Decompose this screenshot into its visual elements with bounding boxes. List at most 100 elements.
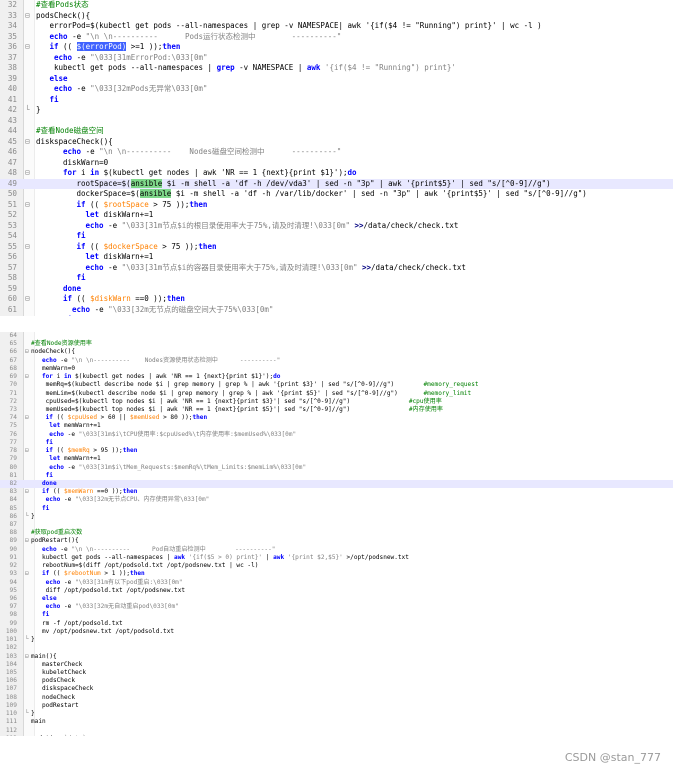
code-line[interactable]: 109 podRestart xyxy=(0,702,673,710)
code-line[interactable]: 32 #查看Pods状态 xyxy=(0,0,673,11)
code-line[interactable]: 74 ⊟ if (( $cpuUsed > 60 || $memUsed > 80 … xyxy=(0,414,673,422)
code-line[interactable]: 95 diff /opt/podsold.txt /opt/podsnew.txt xyxy=(0,587,673,595)
code-line[interactable]: 77 fi xyxy=(0,439,673,447)
fold-toggle-icon[interactable]: ⊟ xyxy=(25,537,29,545)
fold-toggle-icon[interactable]: ⊟ xyxy=(25,373,29,381)
code-line[interactable]: 45 ⊟ diskspaceCheck(){ xyxy=(0,137,673,148)
code-line[interactable]: 78 ⊟ if (( $memRq > 95 ));then xyxy=(0,447,673,455)
code-line[interactable]: 56 let diskWarn+=1 xyxy=(0,252,673,263)
fold-toggle-icon[interactable]: ⊟ xyxy=(25,242,30,253)
code-line[interactable]: 68 memWarn=0 xyxy=(0,365,673,373)
code-line[interactable]: 107 diskspaceCheck xyxy=(0,685,673,693)
code-line[interactable]: 85 fi xyxy=(0,505,673,513)
code-line[interactable]: 96 else xyxy=(0,595,673,603)
code-line[interactable]: 57 echo -e "\033[31m节点$i的容器目录使用率大于75%,请及时… xyxy=(0,263,673,274)
code-panel-bottom[interactable]: 64 65 #查看Node资源使用率 66 ⊟ nodeCheck(){67 echo -e… xyxy=(0,332,673,736)
code-line[interactable]: 101 └} xyxy=(0,636,673,644)
code-line[interactable]: 35 echo -e "\n \n---------- Pods运行状态检测中 -… xyxy=(0,32,673,43)
code-line[interactable]: 69 ⊟ for i in $(kubectl get nodes | awk 'N… xyxy=(0,373,673,381)
code-line[interactable]: 66 ⊟ nodeCheck(){ xyxy=(0,348,673,356)
code-line[interactable]: 81 fi xyxy=(0,472,673,480)
code-line[interactable]: 54 fi xyxy=(0,231,673,242)
code-line[interactable]: 49 rootSpace=$(ansible $i -m shell -a 'df… xyxy=(0,178,673,190)
code-line[interactable]: 60 ⊟ if (( $diskWarn ==0 ));then xyxy=(0,294,673,305)
code-lines: 32 #查看Pods状态 33 ⊟ podsCheck(){34 errorPod=$(k… xyxy=(0,0,673,316)
code-line[interactable]: 76 echo -e "\033[31m$i\tCPU使用率:$cpuUsed%\… xyxy=(0,431,673,439)
code-line[interactable]: 80 echo -e "\033[31m$i\tMem_Requests:$mem… xyxy=(0,464,673,472)
fold-toggle-icon[interactable]: ⊟ xyxy=(25,447,29,455)
code-line[interactable]: 38 kubectl get pods --all-namespaces | gr… xyxy=(0,63,673,74)
code-line[interactable]: 61 echo -e "\033[32m无节点的磁盘空间大于75%\033[0m" xyxy=(0,305,673,316)
fold-toggle-icon[interactable]: ⊟ xyxy=(25,11,30,22)
code-line[interactable]: 100 mv /opt/podsnew.txt /opt/podsold.txt xyxy=(0,628,673,636)
code-text: fi xyxy=(63,315,72,316)
code-line[interactable]: 42 └} xyxy=(0,105,673,116)
code-line[interactable]: 58 fi xyxy=(0,273,673,284)
code-line[interactable]: 48 ⊟ for i in $(kubectl get nodes | awk 'N… xyxy=(0,168,673,179)
code-line[interactable]: 33 ⊟ podsCheck(){ xyxy=(0,11,673,22)
code-panel-top[interactable]: 32 #查看Pods状态 33 ⊟ podsCheck(){34 errorPod=$(k… xyxy=(0,0,673,316)
code-line[interactable]: 34 errorPod=$(kubectl get pods --all-name… xyxy=(0,21,673,32)
code-line[interactable]: 91 kubectl get pods --all-namespaces | aw… xyxy=(0,554,673,562)
code-line[interactable]: 43 xyxy=(0,116,673,127)
code-line[interactable]: 70 memRq=$(kubectl describe node $i | gre… xyxy=(0,381,673,389)
code-line[interactable]: 108 nodeCheck xyxy=(0,694,673,702)
code-line[interactable]: 99 rm -f /opt/podsold.txt xyxy=(0,620,673,628)
code-line[interactable]: 98 fi xyxy=(0,611,673,619)
fold-toggle-icon[interactable]: ⊟ xyxy=(25,488,29,496)
fold-toggle-icon[interactable]: ⊟ xyxy=(25,200,30,211)
code-token: /data/check/check.txt xyxy=(363,220,459,230)
code-line[interactable]: 111 main xyxy=(0,718,673,726)
fold-toggle-icon[interactable]: ⊟ xyxy=(25,348,29,356)
code-line[interactable]: 51 ⊟ if (( $rootSpace > 75 ));then xyxy=(0,200,673,211)
code-line[interactable]: 90 echo -e "\n \n---------- Pod自动重启检测中 --… xyxy=(0,546,673,554)
fold-toggle-icon[interactable]: ⊟ xyxy=(25,570,29,578)
code-line[interactable]: 86 └} xyxy=(0,513,673,521)
code-line[interactable]: 65 #查看Node资源使用率 xyxy=(0,340,673,348)
code-line[interactable]: 104 masterCheck xyxy=(0,661,673,669)
code-line[interactable]: 79 let memWarn+=1 xyxy=(0,455,673,463)
fold-toggle-icon[interactable]: ⊟ xyxy=(25,653,29,661)
code-line[interactable]: 113 end_time=`date` xyxy=(0,735,673,736)
code-line[interactable]: 44 #查看Node磁盘空间 xyxy=(0,126,673,137)
code-line[interactable]: 106 podsCheck xyxy=(0,677,673,685)
code-line[interactable]: 67 echo -e "\n \n---------- Nodes资源使用状态检测… xyxy=(0,357,673,365)
code-line[interactable]: 40 echo -e "\033[32mPods无异常\033[0m" xyxy=(0,84,673,95)
code-line[interactable]: 55 ⊟ if (( $dockerSpace > 75 ));then xyxy=(0,242,673,253)
code-line[interactable]: 93 ⊟ if (( $rebootNum > 1 ));then xyxy=(0,570,673,578)
code-line[interactable]: 71 memLim=$(kubectl describe node $i | gr… xyxy=(0,390,673,398)
fold-toggle-icon[interactable]: ⊟ xyxy=(25,414,29,422)
code-line[interactable]: 39 else xyxy=(0,74,673,85)
code-line[interactable]: 41 fi xyxy=(0,95,673,106)
code-line[interactable]: 59 done xyxy=(0,284,673,295)
code-line[interactable]: 88 #获取pod重启次数 xyxy=(0,529,673,537)
fold-toggle-icon[interactable]: ⊟ xyxy=(25,137,30,148)
code-line[interactable]: 53 echo -e "\033[31m节点$i的根目录使用率大于75%,请及时清… xyxy=(0,221,673,232)
code-line[interactable]: 72 cpuUsed=$(kubectl top nodes $i | awk '… xyxy=(0,398,673,406)
code-line[interactable]: 36 ⊟ if (( $(errorPod) >=1 ));then xyxy=(0,42,673,53)
code-line[interactable]: 110 └} xyxy=(0,710,673,718)
code-line[interactable]: 87 xyxy=(0,521,673,529)
fold-toggle-icon[interactable]: ⊟ xyxy=(25,294,30,305)
code-line[interactable]: 89 ⊟ podRestart(){ xyxy=(0,537,673,545)
code-line[interactable]: 105 kubeletCheck xyxy=(0,669,673,677)
code-text: done xyxy=(63,284,81,295)
code-line[interactable]: 62 fi xyxy=(0,315,673,316)
code-line[interactable]: 50 dockerSpace=$(ansible $i -m shell -a '… xyxy=(0,189,673,200)
code-line[interactable]: 52 let diskWarn+=1 xyxy=(0,210,673,221)
code-line[interactable]: 84 echo -e "\033[32m无节点CPU、内存使用异常\033[0m" xyxy=(0,496,673,504)
code-line[interactable]: 75 let memWarn+=1 xyxy=(0,422,673,430)
code-line[interactable]: 103 ⊟ main(){ xyxy=(0,653,673,661)
code-line[interactable]: 73 memUsed=$(kubectl top nodes $i | awk '… xyxy=(0,406,673,414)
fold-toggle-icon[interactable]: ⊟ xyxy=(25,168,30,179)
code-line[interactable]: 82 done xyxy=(0,479,673,489)
fold-toggle-icon[interactable]: ⊟ xyxy=(25,42,30,53)
code-line[interactable]: 102 xyxy=(0,644,673,652)
code-line[interactable]: 37 echo -e "\033[31mErrorPod:\033[0m" xyxy=(0,53,673,64)
code-line[interactable]: 46 echo -e "\n \n---------- Nodes磁盘空间检测中 … xyxy=(0,147,673,158)
code-line[interactable]: 112 xyxy=(0,727,673,735)
code-line[interactable]: 97 echo -e "\033[32m无自动重启pod\033[0m" xyxy=(0,603,673,611)
code-line[interactable]: 47 diskWarn=0 xyxy=(0,158,673,169)
code-line[interactable]: 94 echo -e "\033[31m有以下pod重启:\033[0m" xyxy=(0,579,673,587)
code-line[interactable]: 64 xyxy=(0,332,673,340)
